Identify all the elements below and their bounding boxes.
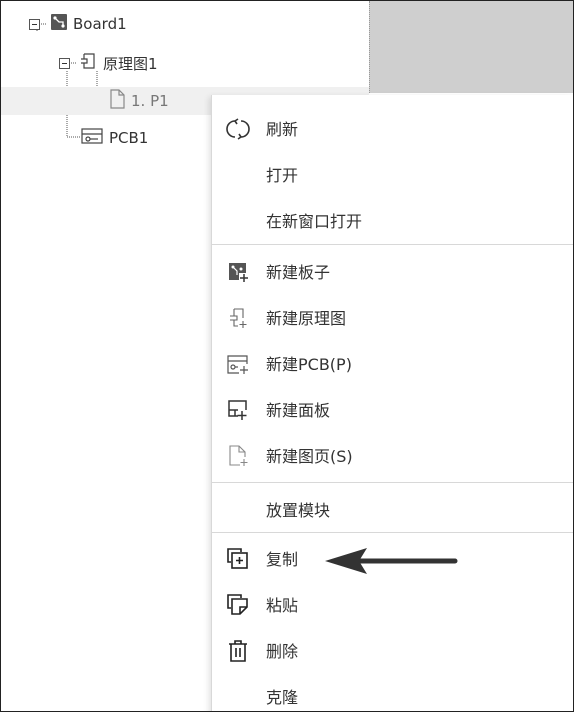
page-icon	[109, 89, 125, 113]
tree-item-board[interactable]: Board1	[29, 10, 127, 38]
new-panel-icon	[226, 398, 250, 422]
refresh-icon	[226, 117, 250, 141]
tree-item-label: 原理图1	[103, 54, 158, 73]
new-board-icon	[226, 260, 250, 284]
tree-item-pcb[interactable]: PCB1	[81, 124, 148, 152]
trash-icon	[226, 639, 250, 663]
menu-item-new-page[interactable]: 新建图页(S)	[212, 433, 573, 477]
menu-label: 刷新	[266, 120, 299, 139]
menu-item-open-new-window[interactable]: 在新窗口打开	[212, 198, 573, 242]
menu-separator	[212, 532, 573, 533]
menu-separator	[212, 482, 573, 483]
menu-item-open[interactable]: 打开	[212, 152, 573, 196]
tree-item-label: 1. P1	[131, 92, 169, 110]
menu-label: 新建板子	[266, 263, 331, 282]
menu-item-new-board[interactable]: 新建板子	[212, 249, 573, 293]
menu-label: 克隆	[266, 688, 299, 707]
menu-item-refresh[interactable]: 刷新	[212, 106, 573, 150]
annotation-arrow-icon	[325, 548, 458, 574]
pcb-icon	[81, 127, 103, 149]
menu-label: 新建原理图	[266, 309, 347, 328]
menu-item-clone[interactable]: 克隆	[212, 674, 573, 711]
new-schematic-icon	[226, 306, 250, 330]
copy-icon	[226, 547, 250, 571]
new-page-icon	[226, 444, 250, 468]
menu-item-new-schematic[interactable]: 新建原理图	[212, 295, 573, 339]
menu-item-new-pcb[interactable]: 新建PCB(P)	[212, 341, 573, 385]
menu-label: 复制	[266, 550, 299, 569]
collapse-toggle[interactable]	[29, 18, 40, 30]
panel-divider	[369, 1, 370, 93]
menu-label: 新建图页(S)	[266, 447, 353, 466]
menu-label: 放置模块	[266, 501, 331, 520]
collapse-toggle[interactable]	[59, 57, 70, 69]
menu-separator	[212, 244, 573, 245]
canvas-area	[369, 1, 573, 93]
menu-label: 粘贴	[266, 596, 299, 615]
menu-label: 在新窗口打开	[266, 212, 363, 231]
tree-item-label: Board1	[73, 15, 127, 33]
menu-item-new-panel[interactable]: 新建面板	[212, 387, 573, 431]
menu-label: 新建PCB(P)	[266, 355, 352, 374]
tree-item-schematic[interactable]: 原理图1	[59, 49, 158, 77]
tree-item-label: PCB1	[109, 129, 149, 147]
schematic-icon	[80, 52, 98, 74]
menu-item-paste[interactable]: 粘贴	[212, 582, 573, 626]
menu-label: 新建面板	[266, 401, 331, 420]
paste-icon	[226, 593, 250, 617]
app-window: Board1 原理图1 1. P1 PCB1 刷新 打开 在新窗口打开 新建板子…	[0, 0, 574, 712]
board-icon	[50, 13, 68, 35]
context-menu: 刷新 打开 在新窗口打开 新建板子 新建原理图 新建PCB(P) 新建面板 新建…	[211, 95, 573, 711]
menu-item-place-module[interactable]: 放置模块	[212, 487, 573, 531]
menu-label: 删除	[266, 642, 299, 661]
new-pcb-icon	[226, 352, 250, 376]
menu-item-delete[interactable]: 删除	[212, 628, 573, 672]
menu-label: 打开	[266, 166, 299, 185]
